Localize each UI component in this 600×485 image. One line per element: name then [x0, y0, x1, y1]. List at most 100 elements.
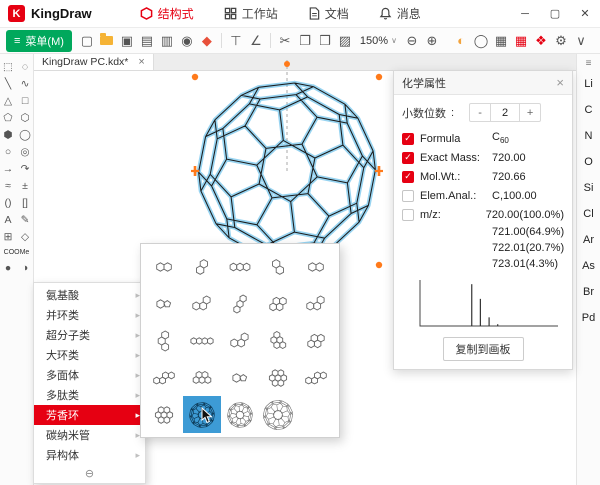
- element-Br[interactable]: Br: [583, 279, 594, 305]
- element-O[interactable]: O: [584, 149, 593, 175]
- cyclopentane-ring-tool[interactable]: ⬠: [0, 109, 17, 126]
- aromatic-template-8[interactable]: [221, 285, 259, 322]
- nav-tab-workspace[interactable]: 工作站: [224, 5, 278, 22]
- aromatic-template-3[interactable]: [221, 248, 259, 285]
- document-tab[interactable]: KingDraw PC.kdx* ×: [34, 54, 154, 70]
- fullerene-template-c60[interactable]: [221, 396, 259, 433]
- symbol-tool[interactable]: ◇: [17, 228, 34, 245]
- highlight-color-icon[interactable]: ◐: [452, 31, 470, 51]
- text-tool[interactable]: A: [0, 211, 17, 228]
- menu-item-5[interactable]: 多肽类 ▸: [34, 385, 145, 405]
- menu-item-0[interactable]: 氨基酸 ▸: [34, 285, 145, 305]
- element-Si[interactable]: Si: [584, 175, 594, 201]
- nav-tab-document[interactable]: 文档: [308, 5, 349, 22]
- lasso-select-tool[interactable]: ◌: [17, 58, 34, 75]
- aromatic-template-10[interactable]: [297, 285, 335, 322]
- paren-bracket-tool[interactable]: (): [0, 194, 17, 211]
- arrow-tool[interactable]: →: [0, 160, 17, 177]
- aromatic-template-5[interactable]: [297, 248, 335, 285]
- save-as-icon[interactable]: ▤: [138, 31, 156, 51]
- cyclooctane-ring-tool[interactable]: ○: [0, 143, 17, 160]
- aromatic-template-15[interactable]: [297, 322, 335, 359]
- chain-tool[interactable]: ∿: [17, 75, 34, 92]
- element-C[interactable]: C: [585, 97, 593, 123]
- panel-toggle-icon[interactable]: ≡: [586, 56, 592, 71]
- cyclohexane-ring-tool[interactable]: ⬡: [17, 109, 34, 126]
- zoom-in-icon[interactable]: ⊕: [423, 31, 441, 51]
- fill-color-icon[interactable]: ◯: [472, 31, 490, 51]
- eraser-icon[interactable]: ◆: [198, 31, 216, 51]
- menu-item-1[interactable]: 并环类 ▸: [34, 305, 145, 325]
- stamp-icon[interactable]: ◉: [178, 31, 196, 51]
- cyclobutane-ring-tool[interactable]: □: [17, 92, 34, 109]
- paste-icon[interactable]: ❒: [316, 31, 334, 51]
- close-tab-icon[interactable]: ×: [138, 56, 144, 68]
- orbital-filled-tool[interactable]: ●: [0, 259, 17, 276]
- aromatic-template-11[interactable]: [145, 322, 183, 359]
- checkbox-mz[interactable]: [402, 208, 414, 221]
- minimize-button[interactable]: ─: [510, 0, 540, 28]
- aromatic-template-16[interactable]: [145, 359, 183, 396]
- square-bracket-tool[interactable]: []: [17, 194, 34, 211]
- fullerene-template-c70[interactable]: [259, 396, 297, 433]
- more-icon[interactable]: ∨: [572, 31, 590, 51]
- menu-item-4[interactable]: 多面体 ▸: [34, 365, 145, 385]
- aromatic-template-7[interactable]: [183, 285, 221, 322]
- checkbox-formula[interactable]: ✓: [402, 132, 414, 145]
- menu-item-6[interactable]: 芳香环 ▸: [34, 405, 145, 425]
- decimal-decrease-button[interactable]: -: [470, 104, 490, 121]
- aromatic-template-13[interactable]: [221, 322, 259, 359]
- wavy-bond-tool[interactable]: ≈: [0, 177, 17, 194]
- curved-arrow-tool[interactable]: ↷: [17, 160, 34, 177]
- print-icon[interactable]: ▥: [158, 31, 176, 51]
- new-file-icon[interactable]: ▢: [78, 31, 96, 51]
- c60-molecule-selected[interactable]: [172, 60, 402, 274]
- element-Li[interactable]: Li: [584, 71, 593, 97]
- open-folder-icon[interactable]: [98, 31, 116, 51]
- aromatic-template-19[interactable]: [259, 359, 297, 396]
- angle-tool-icon[interactable]: ∠: [247, 31, 265, 51]
- aromatic-template-6[interactable]: [145, 285, 183, 322]
- orbital-half-tool[interactable]: ◑: [17, 259, 34, 276]
- variable-ring-tool[interactable]: ◎: [17, 143, 34, 160]
- aromatic-template-20[interactable]: [297, 359, 335, 396]
- charge-tool[interactable]: ±: [17, 177, 34, 194]
- main-menu-button[interactable]: ≡ 菜单(M): [6, 29, 72, 52]
- aromatic-template-17[interactable]: [183, 359, 221, 396]
- pencil-tool[interactable]: ✎: [17, 211, 34, 228]
- checkbox-exact-mass[interactable]: ✓: [402, 151, 414, 164]
- marquee-select-tool[interactable]: ⬚: [0, 58, 17, 75]
- maximize-button[interactable]: ▢: [540, 0, 570, 28]
- element-Ar[interactable]: Ar: [583, 227, 594, 253]
- copy-to-canvas-button[interactable]: 复制到画板: [442, 337, 524, 361]
- template-panel-icon[interactable]: ▦: [512, 31, 530, 51]
- save-icon[interactable]: ▣: [118, 31, 136, 51]
- element-Pd[interactable]: Pd: [582, 305, 595, 331]
- aromatic-template-18[interactable]: [221, 359, 259, 396]
- grid-view-icon[interactable]: ▦: [492, 31, 510, 51]
- close-button[interactable]: ✕: [570, 0, 600, 28]
- text-tool-icon[interactable]: ⊤: [227, 31, 245, 51]
- checkbox-elem-anal[interactable]: [402, 189, 414, 202]
- cyclopropane-ring-tool[interactable]: △: [0, 92, 17, 109]
- zoom-control[interactable]: 150% ∨: [360, 35, 397, 47]
- aromatic-template-21[interactable]: [145, 396, 183, 433]
- copy-icon[interactable]: ❐: [296, 31, 314, 51]
- cut-icon[interactable]: ✂: [276, 31, 294, 51]
- menu-scroll-icon[interactable]: ⊖: [85, 467, 94, 480]
- benzene-ring-tool[interactable]: ⬢: [0, 126, 17, 143]
- aromatic-template-14[interactable]: [259, 322, 297, 359]
- bond-tool[interactable]: ╲: [0, 75, 17, 92]
- zoom-out-icon[interactable]: ⊖: [403, 31, 421, 51]
- menu-item-8[interactable]: 异构体 ▸: [34, 445, 145, 465]
- aromatic-template-1[interactable]: [145, 248, 183, 285]
- menu-item-7[interactable]: 碳纳米管 ▸: [34, 425, 145, 445]
- element-N[interactable]: N: [585, 123, 593, 149]
- element-Cl[interactable]: Cl: [583, 201, 593, 227]
- nav-tab-structure[interactable]: 结构式: [140, 5, 194, 22]
- clean-icon[interactable]: ▨: [336, 31, 354, 51]
- checkbox-mol-wt[interactable]: ✓: [402, 170, 414, 183]
- aromatic-template-4[interactable]: [259, 248, 297, 285]
- menu-item-3[interactable]: 大环类 ▸: [34, 345, 145, 365]
- share-icon[interactable]: ❖: [532, 31, 550, 51]
